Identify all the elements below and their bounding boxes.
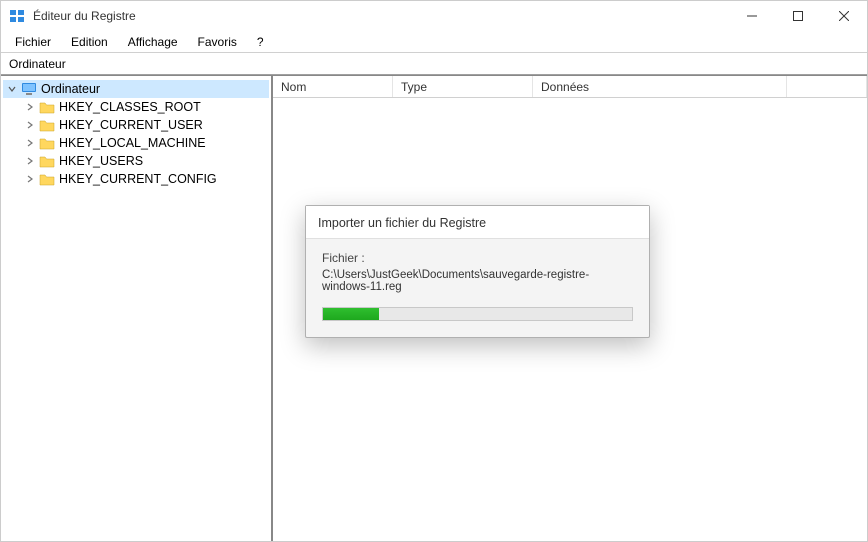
folder-icon [39,118,55,132]
column-header-type[interactable]: Type [393,76,533,97]
tree-node-label: HKEY_LOCAL_MACHINE [59,136,206,150]
window-control-buttons [729,1,867,31]
chevron-right-icon[interactable] [23,136,37,150]
tree-children: HKEY_CLASSES_ROOT HKEY_CURRENT_USER HKEY… [3,98,269,188]
tree-node-hkcc[interactable]: HKEY_CURRENT_CONFIG [21,170,269,188]
tree-node-hklm[interactable]: HKEY_LOCAL_MACHINE [21,134,269,152]
tree-node-hku[interactable]: HKEY_USERS [21,152,269,170]
chevron-right-icon[interactable] [23,172,37,186]
regedit-app-icon [9,8,25,24]
tree-node-hkcr[interactable]: HKEY_CLASSES_ROOT [21,98,269,116]
dialog-file-label: Fichier : [322,251,633,265]
address-bar[interactable]: Ordinateur [1,53,867,75]
menu-favoris[interactable]: Favoris [188,33,247,51]
menu-help[interactable]: ? [247,33,274,51]
window-title: Éditeur du Registre [33,9,729,23]
maximize-button[interactable] [775,1,821,31]
tree-node-label: HKEY_CURRENT_USER [59,118,203,132]
menu-edition[interactable]: Edition [61,33,118,51]
computer-icon [21,82,37,96]
tree-node-label: Ordinateur [41,82,100,96]
folder-icon [39,172,55,186]
import-registry-dialog: Importer un fichier du Registre Fichier … [305,205,650,338]
menubar: Fichier Edition Affichage Favoris ? [1,31,867,53]
chevron-right-icon[interactable] [23,100,37,114]
tree-node-label: HKEY_USERS [59,154,143,168]
chevron-right-icon[interactable] [23,118,37,132]
close-button[interactable] [821,1,867,31]
address-path: Ordinateur [9,57,66,71]
progress-bar [322,307,633,321]
menu-affichage[interactable]: Affichage [118,33,188,51]
titlebar: Éditeur du Registre [1,1,867,31]
folder-icon [39,136,55,150]
dialog-file-path: C:\Users\JustGeek\Documents\sauvegarde-r… [322,269,633,293]
column-header-spacer [787,76,867,97]
column-header-nom[interactable]: Nom [273,76,393,97]
dialog-title: Importer un fichier du Registre [306,206,649,239]
tree-root-ordinateur[interactable]: Ordinateur [3,80,269,98]
column-header-data[interactable]: Données [533,76,787,97]
chevron-right-icon[interactable] [23,154,37,168]
progress-bar-fill [323,308,379,320]
list-header: Nom Type Données [273,76,867,98]
menu-fichier[interactable]: Fichier [5,33,61,51]
tree-node-label: HKEY_CLASSES_ROOT [59,100,201,114]
tree-pane[interactable]: Ordinateur HKEY_CLASSES_ROOT HKEY_CURREN… [1,76,273,541]
dialog-body: Fichier : C:\Users\JustGeek\Documents\sa… [306,239,649,337]
minimize-button[interactable] [729,1,775,31]
tree-node-label: HKEY_CURRENT_CONFIG [59,172,217,186]
folder-icon [39,154,55,168]
tree-node-hkcu[interactable]: HKEY_CURRENT_USER [21,116,269,134]
folder-icon [39,100,55,114]
chevron-down-icon[interactable] [5,82,19,96]
